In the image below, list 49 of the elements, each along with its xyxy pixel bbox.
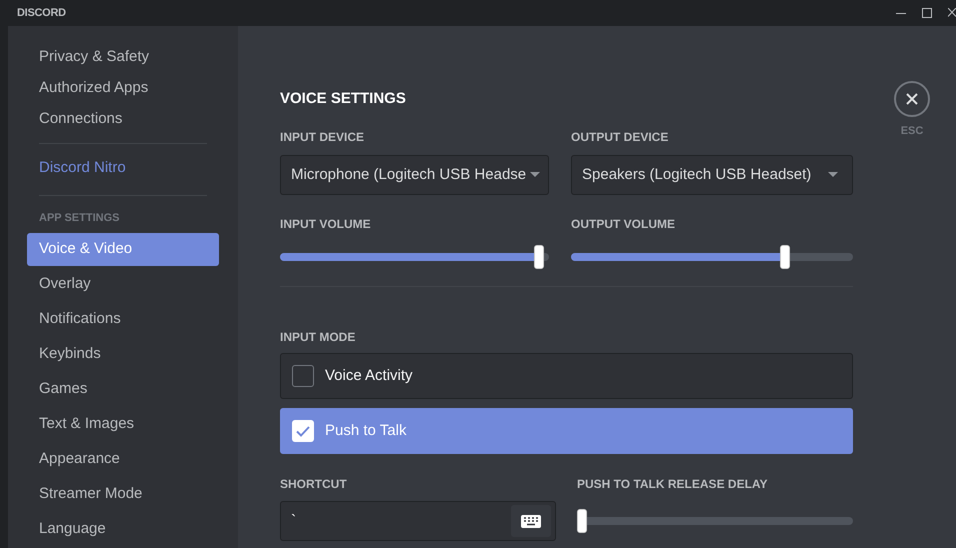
option-label: Voice Activity (325, 366, 413, 386)
close-icon[interactable] (948, 8, 956, 18)
section-label: INPUT VOLUME (280, 217, 372, 231)
device-dropdown[interactable]: Speakers (Logitech USB Headset) (571, 155, 853, 195)
section-label: OUTPUT VOLUME (571, 217, 676, 231)
section-label: INPUT DEVICE (280, 130, 366, 144)
checkmark-icon (296, 426, 310, 436)
caret-icon (828, 172, 838, 178)
sidebar-item[interactable]: Games (27, 373, 219, 406)
close-label: ESC (900, 124, 924, 139)
sidebar-item[interactable]: Authorized Apps (27, 74, 219, 102)
input-mode-option[interactable]: Voice Activity (280, 353, 853, 399)
close-icon (906, 93, 918, 105)
slider-handle[interactable] (577, 509, 587, 533)
sidebar-item[interactable]: Notifications (27, 303, 219, 336)
sidebar-item[interactable]: Keybinds (27, 338, 219, 371)
section-header: APP SETTINGS (38, 211, 120, 225)
caret-icon (530, 172, 540, 178)
sidebar-item[interactable]: Overlay (27, 268, 219, 301)
keyboard-icon (521, 514, 541, 528)
section-label: PUSH TO TALK RELEASE DELAY (577, 477, 768, 491)
slider-handle[interactable] (780, 245, 790, 269)
sidebar-item[interactable]: Privacy & Safety (27, 43, 219, 72)
slider-handle[interactable] (534, 245, 544, 269)
slider[interactable] (571, 245, 853, 269)
dropdown-value: Speakers (Logitech USB Headset) (582, 164, 812, 185)
sidebar-item[interactable]: Appearance (27, 443, 219, 476)
page-title: VOICE SETTINGS (280, 90, 407, 107)
dropdown-value: Microphone (Logitech USB Headse (291, 164, 526, 185)
sidebar-item[interactable]: Streamer Mode (27, 478, 219, 511)
option-label: Push to Talk (325, 420, 406, 441)
checkbox[interactable] (292, 420, 314, 442)
slider[interactable] (280, 245, 549, 269)
shortcut-value: ` (291, 510, 296, 531)
section-label: OUTPUT DEVICE (571, 130, 670, 144)
sidebar-item[interactable]: Language (27, 513, 219, 546)
maximize-icon[interactable] (922, 8, 932, 18)
sidebar-item[interactable]: Connections (27, 104, 219, 134)
device-dropdown[interactable]: Microphone (Logitech USB Headse (280, 155, 549, 195)
sidebar-item[interactable]: Discord Nitro (27, 152, 219, 186)
slider[interactable] (577, 509, 853, 533)
app-logo: DISCORD (17, 6, 66, 21)
section-label: INPUT MODE (280, 330, 356, 344)
section-label: SHORTCUT (280, 477, 348, 491)
sidebar-item[interactable]: Text & Images (27, 408, 219, 441)
checkbox[interactable] (292, 365, 314, 387)
close-button[interactable] (894, 81, 930, 117)
keyboard-button[interactable] (511, 505, 551, 537)
shortcut-field[interactable]: ` (280, 501, 556, 541)
